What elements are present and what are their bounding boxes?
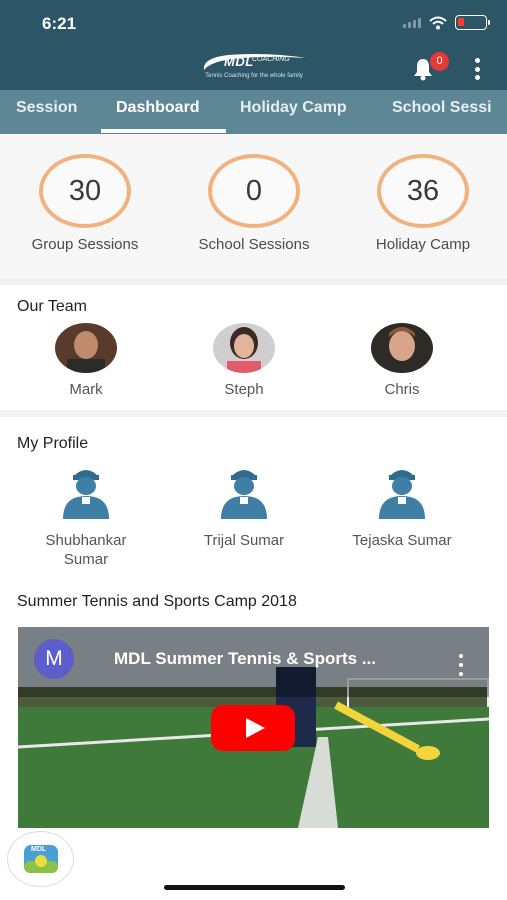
active-tab-indicator bbox=[101, 129, 226, 133]
logo-sub: COACHING bbox=[252, 56, 290, 63]
stat-value: 30 bbox=[39, 154, 131, 228]
notification-badge: 0 bbox=[430, 52, 449, 71]
team-member-steph[interactable]: Steph bbox=[184, 323, 304, 399]
avatar bbox=[371, 323, 433, 373]
tab-holiday-camp[interactable]: Holiday Camp bbox=[240, 90, 347, 134]
mdl-fab-button[interactable]: MDL bbox=[7, 831, 74, 887]
profile-name: Trijal Sumar bbox=[203, 532, 285, 549]
tab-session[interactable]: Session bbox=[16, 90, 77, 134]
battery-icon bbox=[455, 15, 490, 30]
team-member-mark[interactable]: Mark bbox=[26, 323, 146, 399]
profile-shubhankar[interactable]: Shubhankar Sumar bbox=[26, 465, 146, 569]
tab-bar: Session Dashboard Holiday Camp School Se… bbox=[0, 90, 507, 134]
member-name: Mark bbox=[69, 381, 103, 398]
channel-avatar[interactable]: M bbox=[34, 639, 74, 679]
stat-label: Holiday Camp bbox=[375, 236, 471, 253]
profile-title: My Profile bbox=[17, 435, 89, 452]
video-more-icon[interactable] bbox=[458, 654, 464, 676]
profile-tejaska[interactable]: Tejaska Sumar bbox=[342, 465, 462, 550]
profile-trijal[interactable]: Trijal Sumar bbox=[184, 465, 304, 550]
profile-name: Shubhankar Sumar bbox=[45, 532, 127, 568]
member-name: Steph bbox=[224, 381, 264, 398]
play-icon[interactable] bbox=[211, 705, 295, 751]
home-indicator[interactable] bbox=[164, 885, 345, 890]
tab-dashboard[interactable]: Dashboard bbox=[116, 90, 200, 134]
user-icon bbox=[221, 470, 267, 519]
app-header: MDL COACHING Tennis Coaching for the who… bbox=[0, 46, 507, 90]
team-member-chris[interactable]: Chris bbox=[342, 323, 462, 399]
stat-holiday-camp[interactable]: 36 Holiday Camp bbox=[338, 154, 507, 264]
avatar bbox=[213, 323, 275, 373]
more-vert-icon[interactable] bbox=[466, 56, 488, 82]
status-bar: 6:21 bbox=[0, 0, 507, 46]
app-logo: MDL COACHING Tennis Coaching for the who… bbox=[198, 50, 310, 84]
user-icon bbox=[63, 470, 109, 519]
stat-value: 0 bbox=[208, 154, 300, 228]
status-icons bbox=[403, 15, 490, 30]
stat-label: Group Sessions bbox=[31, 236, 139, 253]
stats-section: 30 Group Sessions 0 School Sessions 36 H… bbox=[0, 134, 507, 278]
profile-name: Tejaska Sumar bbox=[352, 532, 452, 549]
stat-school-sessions[interactable]: 0 School Sessions bbox=[169, 154, 339, 264]
video-section-title: Summer Tennis and Sports Camp 2018 bbox=[17, 593, 297, 610]
member-name: Chris bbox=[384, 381, 420, 398]
logo-tagline: Tennis Coaching for the whole family bbox=[205, 73, 303, 79]
fab-label: MDL bbox=[31, 846, 47, 853]
stat-label: School Sessions bbox=[198, 236, 310, 253]
video-title[interactable]: MDL Summer Tennis & Sports ... bbox=[114, 649, 376, 669]
user-icon bbox=[379, 470, 425, 519]
team-title: Our Team bbox=[17, 298, 87, 315]
signal-icon bbox=[403, 17, 421, 28]
video-player[interactable]: M MDL Summer Tennis & Sports ... bbox=[18, 627, 489, 828]
team-section: Our Team Mark Steph Chris bbox=[0, 285, 507, 410]
avatar bbox=[55, 323, 117, 373]
stat-value: 36 bbox=[377, 154, 469, 228]
logo-main: MDL bbox=[224, 54, 254, 69]
wifi-icon bbox=[429, 16, 447, 29]
status-time: 6:21 bbox=[42, 14, 77, 33]
tab-school-sessions[interactable]: School Sessi bbox=[392, 90, 492, 134]
stat-group-sessions[interactable]: 30 Group Sessions bbox=[0, 154, 170, 264]
